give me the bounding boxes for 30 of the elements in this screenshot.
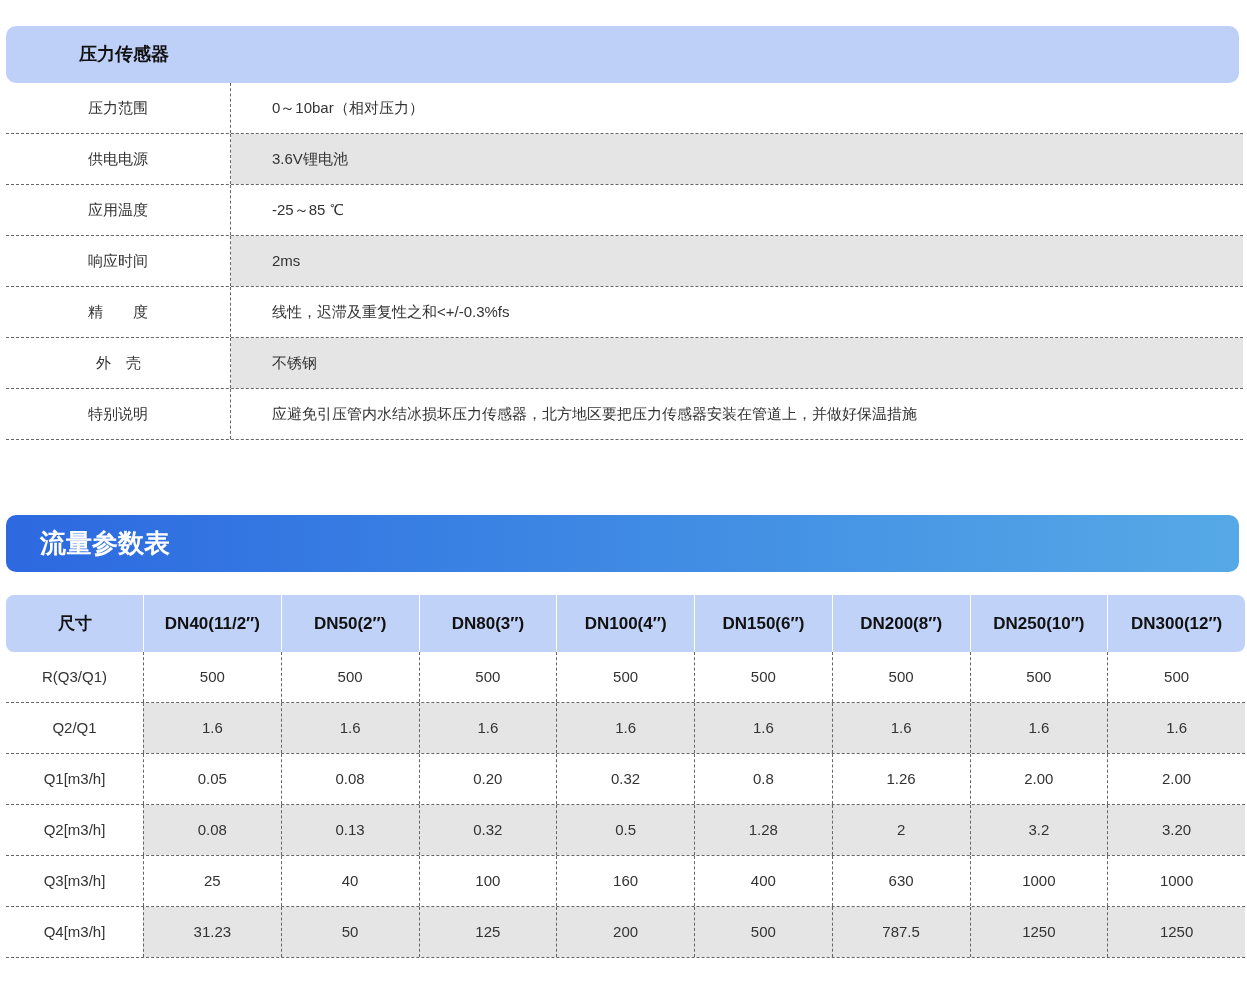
table-cell: 1.6 — [280, 703, 419, 753]
table-cell: 0.13 — [280, 805, 419, 855]
table-cell: 1.6 — [831, 703, 970, 753]
table-cell: 200 — [556, 907, 694, 957]
table-cell: 1.6 — [556, 703, 694, 753]
table-cell: 3.2 — [969, 805, 1108, 855]
table-cell: 2 — [831, 805, 970, 855]
table-cell: 500 — [694, 907, 832, 957]
table-cell: 0.08 — [143, 805, 281, 855]
table-cell: 0.5 — [556, 805, 694, 855]
table-cell: 1250 — [969, 907, 1108, 957]
spec-value: 不锈钢 — [231, 338, 1243, 388]
table-cell: 125 — [418, 907, 557, 957]
section-title: 压力传感器 — [79, 43, 169, 66]
section-title: 流量参数表 — [40, 527, 170, 560]
table-cell: 0.32 — [418, 805, 557, 855]
table-cell: 1.6 — [694, 703, 832, 753]
table-cell: 1.28 — [694, 805, 832, 855]
spec-value: 2ms — [231, 236, 1243, 286]
table-cell: 1.6 — [1107, 703, 1245, 753]
table-cell: 1250 — [1107, 907, 1245, 957]
table-cell: 1.6 — [418, 703, 557, 753]
spec-value: 3.6V锂电池 — [231, 134, 1243, 184]
table-cell: 1.6 — [143, 703, 281, 753]
table-cell: 787.5 — [831, 907, 970, 957]
table-cell: 1.6 — [969, 703, 1108, 753]
table-cell: 3.20 — [1107, 805, 1245, 855]
table-cell: 31.23 — [143, 907, 281, 957]
table-cell: 50 — [280, 907, 419, 957]
column-header: 尺寸 — [56, 612, 93, 635]
